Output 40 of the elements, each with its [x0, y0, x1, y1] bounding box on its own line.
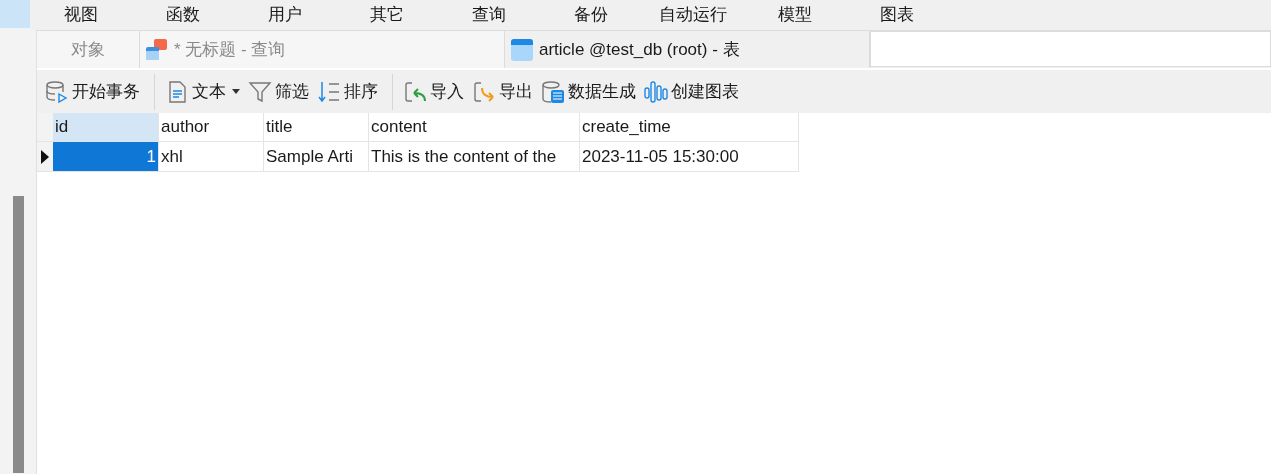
sidebar-tab[interactable]: [0, 0, 30, 28]
toolbar-button[interactable]: 导入: [401, 73, 466, 110]
toolbar-button[interactable]: 筛选: [246, 73, 311, 110]
database-icon: [45, 79, 69, 104]
menu-item[interactable]: 函数: [132, 2, 234, 28]
table-cell: This is the content of the: [369, 142, 580, 172]
search-field[interactable]: [870, 31, 1271, 67]
scrollbar[interactable]: [13, 196, 24, 473]
menu-item[interactable]: 视图: [30, 2, 132, 28]
menu-item[interactable]: 模型: [744, 2, 846, 28]
column-header[interactable]: author: [159, 113, 264, 142]
menu-item[interactable]: 查询: [438, 2, 540, 28]
table-cell: 1: [53, 142, 159, 172]
table-cell: xhl: [159, 142, 264, 172]
column-header[interactable]: id: [53, 113, 159, 142]
column-header[interactable]: content: [369, 113, 580, 142]
table-cell: Sample Arti: [264, 142, 369, 172]
table-icon: [510, 37, 534, 62]
menu-item[interactable]: 图表: [846, 2, 948, 28]
table-stack-icon: [145, 37, 169, 62]
export-icon: [472, 79, 496, 104]
toolbar-button[interactable]: 开始事务: [43, 73, 142, 110]
menu-item[interactable]: 其它: [336, 2, 438, 28]
toolbar-button[interactable]: 创建图表: [642, 73, 741, 110]
toolbar-button[interactable]: 排序: [315, 73, 380, 110]
menu-item[interactable]: 用户: [234, 2, 336, 28]
import-icon: [403, 79, 427, 104]
menu-item[interactable]: 备份: [540, 2, 642, 28]
row-header[interactable]: [37, 142, 53, 172]
column-header[interactable]: title: [264, 113, 369, 142]
sort-icon: [317, 79, 341, 104]
bar-chart-icon: [644, 79, 668, 104]
menu-item[interactable]: 自动运行: [642, 2, 744, 28]
toolbar-button[interactable]: 导出: [470, 73, 535, 110]
column-header[interactable]: create_time: [580, 113, 799, 142]
toolbar-button[interactable]: 数据生成: [539, 73, 638, 110]
table-cell: 2023-11-05 15:30:00: [580, 142, 799, 172]
toolbar-button[interactable]: 文本: [163, 73, 242, 110]
database-icon: [541, 79, 565, 104]
filter-icon: [248, 79, 272, 104]
